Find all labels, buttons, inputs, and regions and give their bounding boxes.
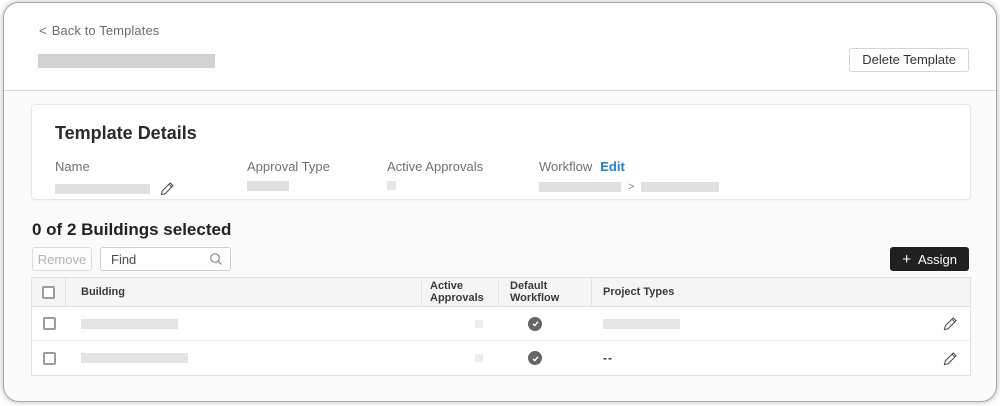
active-approvals-placeholder [475,319,483,328]
edit-name-pencil-icon[interactable] [160,181,175,196]
column-header-active-approvals: Active Approvals [422,278,499,306]
active-approvals-placeholder [475,354,483,362]
project-types-value: -- [603,351,613,365]
column-header-project-types: Project Types [603,286,675,298]
delete-template-button[interactable]: Delete Template [849,48,969,72]
table-header-row: Building Active Approvals Default Workfl… [32,278,970,307]
row-checkbox[interactable] [42,351,56,365]
back-chevron-icon: < [39,23,47,38]
field-approval-type-label: Approval Type [247,159,330,174]
field-name-label: Name [55,159,90,174]
screenshot-stage: < Back to Templates Delete Template Templ… [0,0,1000,406]
field-active-approvals-label: Active Approvals [387,159,484,174]
assign-button[interactable]: + Assign [890,247,969,271]
buildings-table: Building Active Approvals Default Workfl… [31,277,971,376]
field-workflow: Workflow Edit > [539,159,720,193]
assign-label: Assign [917,251,957,267]
field-active-approvals: Active Approvals [387,159,483,190]
active-approvals-value-placeholder [387,181,396,190]
page-title-placeholder [38,54,215,68]
plus-icon: + [902,250,911,268]
table-row [32,307,970,341]
edit-row-pencil-icon[interactable] [943,351,958,366]
row-checkbox[interactable] [42,317,56,330]
field-approval-type: Approval Type [247,159,330,191]
approval-type-value-placeholder [247,181,289,191]
building-name-placeholder [81,353,188,363]
column-header-default-workflow: Default Workflow [499,278,592,306]
buildings-selected-heading: 0 of 2 Buildings selected [32,220,232,239]
template-details-card: Template Details Name Approval Type Acti… [31,104,971,200]
workflow-arrow-icon: > [628,181,635,193]
name-value-placeholder [55,183,150,194]
default-workflow-check-icon [528,316,542,331]
workflow-step2-placeholder [641,182,720,192]
find-search [100,247,231,271]
workflow-step1-placeholder [539,182,621,192]
project-types-placeholder [603,318,680,329]
back-link-label: Back to Templates [51,23,160,38]
field-workflow-label: Workflow Edit [539,159,625,174]
app-window: < Back to Templates Delete Template Templ… [3,2,997,402]
column-header-building: Building [66,278,422,306]
edit-row-pencil-icon[interactable] [943,316,958,331]
back-to-templates-link[interactable]: < Back to Templates [39,23,159,38]
default-workflow-check-icon [528,351,542,365]
field-name: Name [55,159,175,196]
page-header: < Back to Templates Delete Template [4,3,996,91]
search-icon[interactable] [209,252,223,271]
remove-button[interactable]: Remove [32,247,92,271]
building-name-placeholder [81,318,178,329]
table-row: -- [32,341,970,375]
select-all-checkbox[interactable] [42,285,55,299]
card-title: Template Details [55,123,197,143]
workflow-edit-link[interactable]: Edit [600,159,625,174]
